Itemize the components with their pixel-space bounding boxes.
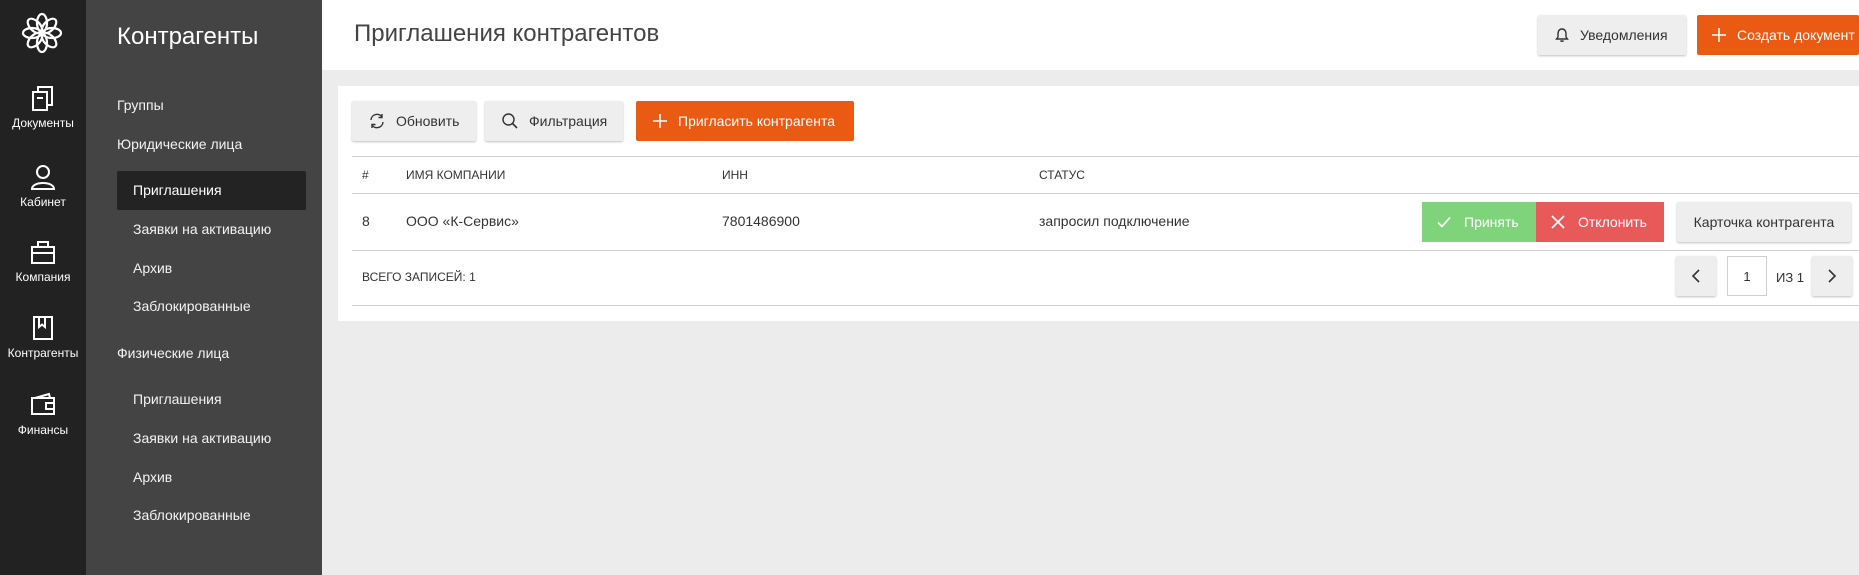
submenu-item-legal-archive[interactable]: Архив xyxy=(133,260,172,276)
table-divider xyxy=(352,193,1859,194)
refresh-label: Обновить xyxy=(396,113,460,129)
submenu-item-legal-invitations[interactable]: Приглашения xyxy=(117,171,306,210)
counterparties-submenu: Контрагенты Группы Юридические лица Приг… xyxy=(86,0,322,575)
table-divider xyxy=(352,305,1859,306)
row-number: 8 xyxy=(362,213,370,229)
close-icon xyxy=(1551,215,1565,229)
submenu-item-individuals[interactable]: Физические лица xyxy=(117,345,229,361)
rail-item-documents[interactable]: Документы xyxy=(0,84,86,148)
submenu-item-legal-entities[interactable]: Юридические лица xyxy=(117,136,242,152)
rail-label: Документы xyxy=(12,116,74,130)
rail-item-company[interactable]: Компания xyxy=(0,238,86,302)
chevron-left-icon xyxy=(1691,269,1700,283)
invitations-card: Обновить Фильтрация Пригласить контраген… xyxy=(338,86,1859,321)
rail-item-counterparties[interactable]: Контрагенты xyxy=(0,314,86,378)
chevron-right-icon xyxy=(1828,269,1837,283)
refresh-icon xyxy=(370,113,384,129)
invite-counterparty-button[interactable]: Пригласить контрагента xyxy=(636,101,854,141)
rail-label: Компания xyxy=(15,270,71,284)
user-icon xyxy=(30,165,56,190)
filter-label: Фильтрация xyxy=(529,113,608,129)
reject-button[interactable]: Отклонить xyxy=(1536,202,1664,242)
submenu-item-legal-blocked[interactable]: Заблокированные xyxy=(133,298,251,314)
submenu-item-individual-blocked[interactable]: Заблокированные xyxy=(133,507,251,523)
rail-item-cabinet[interactable]: Кабинет xyxy=(0,163,86,227)
page-header: Приглашения контрагентов Уведомления Соз… xyxy=(322,0,1859,70)
reject-label: Отклонить xyxy=(1578,214,1647,230)
next-page-button[interactable] xyxy=(1812,256,1852,296)
filter-button[interactable]: Фильтрация xyxy=(485,101,623,141)
rail-label: Финансы xyxy=(17,423,69,437)
refresh-button[interactable]: Обновить xyxy=(352,101,476,141)
column-header-number: # xyxy=(362,168,369,182)
bookmark-book-icon xyxy=(33,316,53,340)
rail-label: Кабинет xyxy=(20,195,66,209)
documents-icon xyxy=(32,86,53,111)
notifications-button[interactable]: Уведомления xyxy=(1538,15,1686,55)
counterparty-card-button[interactable]: Карточка контрагента xyxy=(1677,202,1851,242)
accept-label: Принять xyxy=(1464,214,1519,230)
plus-icon xyxy=(1712,28,1726,42)
row-status: запросил подключение xyxy=(1039,213,1190,229)
create-document-label: Создать документ xyxy=(1737,27,1855,43)
wallet-icon xyxy=(31,392,55,415)
row-inn: 7801486900 xyxy=(722,213,800,229)
column-header-company: ИМЯ КОМПАНИИ xyxy=(406,168,506,182)
row-company-name: ООО «К-Сервис» xyxy=(406,213,519,229)
table-divider xyxy=(352,250,1859,251)
prev-page-button[interactable] xyxy=(1676,256,1716,296)
accept-button[interactable]: Принять xyxy=(1422,202,1536,242)
bell-icon xyxy=(1555,28,1569,42)
logo-icon[interactable] xyxy=(19,10,65,56)
submenu-title: Контрагенты xyxy=(117,23,259,50)
submenu-item-legal-activation-requests[interactable]: Заявки на активацию xyxy=(133,221,271,237)
table-divider xyxy=(352,156,1859,157)
column-header-inn: ИНН xyxy=(722,168,748,182)
submenu-item-individual-invitations[interactable]: Приглашения xyxy=(133,391,222,407)
create-document-button[interactable]: Создать документ xyxy=(1697,15,1859,55)
submenu-item-individual-archive[interactable]: Архив xyxy=(133,469,172,485)
submenu-item-groups[interactable]: Группы xyxy=(117,97,164,113)
page-number-input[interactable] xyxy=(1727,256,1767,296)
company-icon xyxy=(31,241,55,264)
search-icon xyxy=(502,113,518,129)
page-title: Приглашения контрагентов xyxy=(354,20,660,47)
notifications-label: Уведомления xyxy=(1580,27,1668,43)
submenu-item-individual-activation-requests[interactable]: Заявки на активацию xyxy=(133,430,271,446)
total-records: ВСЕГО ЗАПИСЕЙ: 1 xyxy=(362,270,476,284)
rail-label: Контрагенты xyxy=(7,346,79,360)
plus-icon xyxy=(653,114,667,128)
check-icon xyxy=(1437,216,1451,228)
rail-item-finance[interactable]: Финансы xyxy=(0,391,86,455)
invite-counterparty-label: Пригласить контрагента xyxy=(678,113,835,129)
icon-rail: Документы Кабинет Компания Контрагенты Ф… xyxy=(0,0,86,575)
page-of-label: ИЗ 1 xyxy=(1776,270,1805,285)
column-header-status: СТАТУС xyxy=(1039,168,1085,182)
counterparty-card-label: Карточка контрагента xyxy=(1693,214,1835,230)
